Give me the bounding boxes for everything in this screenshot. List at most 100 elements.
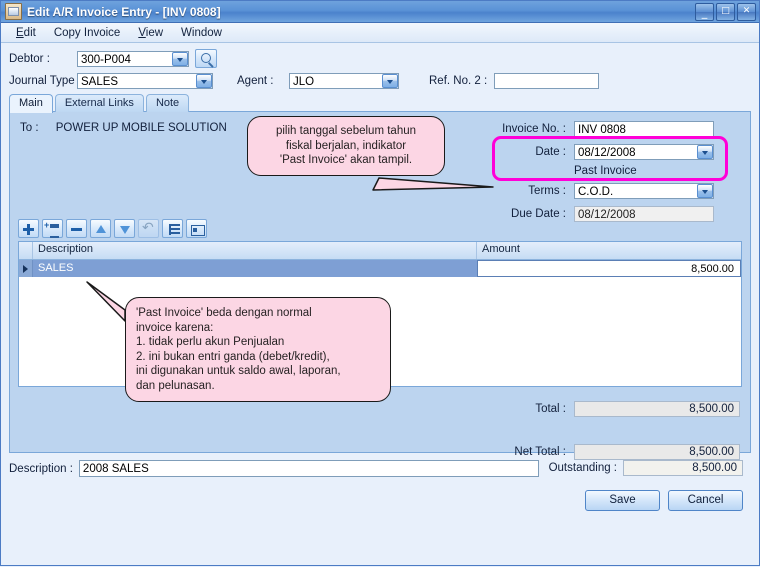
- outstanding-row: Outstanding : 8,500.00: [549, 460, 743, 476]
- window-controls: _ □ ✕: [695, 3, 756, 21]
- delete-row-icon[interactable]: [66, 219, 87, 238]
- footer-bar: Description : 2008 SALES Outstanding : 8…: [9, 460, 751, 522]
- window-title: Edit A/R Invoice Entry - [INV 0808]: [27, 4, 221, 19]
- chevron-down-icon[interactable]: [172, 51, 188, 66]
- title-bar: Edit A/R Invoice Entry - [INV 0808] _ □ …: [1, 1, 759, 23]
- terms-label: Terms :: [528, 185, 566, 197]
- maximize-button[interactable]: □: [716, 3, 735, 21]
- description-input[interactable]: 2008 SALES: [78, 460, 539, 477]
- invoice-detail-fields: Invoice No. : INV 0808 Date : 08/12/2008…: [488, 119, 740, 227]
- invoice-no-input[interactable]: INV 0808: [574, 121, 714, 137]
- save-button[interactable]: Save: [585, 490, 660, 511]
- total-label: Total :: [535, 402, 566, 415]
- menu-item-edit[interactable]: Edit: [7, 25, 45, 41]
- to-label: To :: [20, 122, 39, 134]
- chevron-down-icon[interactable]: [382, 74, 398, 88]
- agent-combo[interactable]: JLO: [289, 73, 399, 89]
- row-description-cell[interactable]: SALES: [33, 260, 477, 277]
- chevron-down-icon[interactable]: [697, 184, 713, 198]
- description-label: Description :: [9, 462, 73, 475]
- totals-section: Total : 8,500.00 Net Total : 8,500.00: [488, 400, 740, 460]
- journal-type-row: Journal Type : SALES Agent : JLO Ref. No…: [9, 73, 751, 89]
- past-invoice-indicator: Past Invoice: [574, 165, 637, 177]
- callout2-line3: 1. tidak perlu akun Penjualan: [136, 336, 285, 348]
- tab-main[interactable]: Main: [9, 94, 53, 113]
- magnifier-icon: [201, 53, 211, 63]
- journal-type-label: Journal Type :: [9, 75, 82, 87]
- journal-type-input[interactable]: SALES: [77, 73, 213, 89]
- close-icon: ✕: [742, 6, 751, 16]
- date-label: Date :: [535, 146, 566, 158]
- add-row-icon[interactable]: [18, 219, 39, 238]
- form-content: Debtor : 300-P004 Journal Type : SALES A…: [1, 43, 759, 522]
- undo-icon: [138, 219, 159, 238]
- callout-date-hint: pilih tanggal sebelum tahun fiskal berja…: [247, 116, 445, 176]
- callout1-line1: pilih tanggal sebelum tahun: [275, 125, 417, 137]
- grid-header-row: Description Amount: [19, 242, 741, 260]
- action-buttons: Save Cancel: [585, 490, 743, 511]
- date-row: Date : 08/12/2008: [488, 142, 740, 162]
- ref-no2-label: Ref. No. 2 :: [429, 75, 488, 87]
- net-total-value: 8,500.00: [574, 443, 740, 460]
- callout-past-invoice-explanation: 'Past Invoice' beda dengan normal invoic…: [125, 297, 391, 402]
- table-row[interactable]: SALES 8,500.00: [19, 260, 741, 277]
- menu-item-view-label: iew: [145, 26, 164, 39]
- row-detail-icon[interactable]: [186, 219, 207, 238]
- grid-header-indicator: [19, 242, 33, 259]
- callout2-line4: 2. ini bukan entri ganda (debet/kredit),: [136, 350, 330, 363]
- date-input[interactable]: 08/12/2008: [574, 144, 714, 160]
- chevron-down-icon[interactable]: [196, 74, 212, 88]
- terms-input[interactable]: C.O.D.: [574, 183, 714, 199]
- callout2-line1: 'Past Invoice' beda dengan normal: [136, 307, 312, 319]
- outstanding-label: Outstanding :: [548, 462, 617, 474]
- cancel-button[interactable]: Cancel: [668, 490, 743, 511]
- grid-header-description[interactable]: Description: [33, 242, 477, 259]
- invoice-document-icon: [5, 3, 22, 20]
- tab-note[interactable]: Note: [145, 94, 190, 112]
- invoice-no-label: Invoice No. :: [502, 123, 566, 135]
- close-button[interactable]: ✕: [737, 3, 756, 21]
- debtor-row: Debtor : 300-P004: [9, 49, 751, 68]
- tab-bar: Main External Links Note: [9, 94, 751, 113]
- callout2-line6: dan pelunasan.: [136, 379, 215, 392]
- indent-list-icon[interactable]: [162, 219, 183, 238]
- callout2-line5: ini digunakan untuk saldo awal, laporan,: [136, 365, 341, 377]
- tab-external-links[interactable]: External Links: [54, 94, 144, 112]
- menu-bar: Edit Copy Invoice View Window: [1, 23, 759, 43]
- callout1-line3: 'Past Invoice' akan tampil.: [279, 154, 413, 166]
- grid-toolbar: [18, 219, 207, 238]
- row-indicator-arrow-icon: [19, 260, 33, 277]
- insert-row-icon[interactable]: [42, 219, 63, 238]
- outstanding-value: 8,500.00: [623, 460, 743, 476]
- to-row: To : POWER UP MOBILE SOLUTION: [20, 122, 227, 134]
- debtor-label: Debtor :: [9, 52, 50, 65]
- row-amount-cell[interactable]: 8,500.00: [477, 260, 741, 277]
- application-window: Edit A/R Invoice Entry - [INV 0808] _ □ …: [0, 0, 760, 566]
- to-value: POWER UP MOBILE SOLUTION: [55, 122, 227, 134]
- debtor-search-button[interactable]: [195, 49, 217, 68]
- ref-no2-input[interactable]: [494, 73, 600, 89]
- debtor-combo[interactable]: 300-P004: [77, 50, 189, 67]
- menu-item-window[interactable]: Window: [172, 25, 231, 41]
- due-date-row: Due Date : 08/12/2008: [488, 204, 740, 224]
- menu-item-copy-invoice[interactable]: Copy Invoice: [45, 25, 129, 41]
- minimize-icon: _: [701, 6, 708, 19]
- calendar-chevron-down-icon[interactable]: [697, 145, 713, 159]
- move-down-icon[interactable]: [114, 219, 135, 238]
- minimize-button[interactable]: _: [695, 3, 714, 21]
- net-total-label: Net Total :: [514, 445, 566, 458]
- maximize-icon: □: [721, 6, 730, 16]
- total-value: 8,500.00: [574, 400, 740, 417]
- move-up-icon[interactable]: [90, 219, 111, 238]
- callout2-line2: invoice karena:: [136, 321, 214, 334]
- menu-item-view[interactable]: View: [129, 25, 172, 41]
- total-row: Total : 8,500.00: [488, 400, 740, 417]
- menu-item-edit-label: dit: [23, 26, 36, 39]
- due-date-value: 08/12/2008: [574, 206, 714, 222]
- terms-row: Terms : C.O.D.: [488, 181, 740, 201]
- terms-combo[interactable]: C.O.D.: [574, 183, 714, 199]
- callout1-line2: fiskal berjalan, indikator: [285, 139, 407, 152]
- journal-type-combo[interactable]: SALES: [77, 73, 213, 89]
- grid-header-amount[interactable]: Amount: [477, 242, 741, 259]
- date-combo[interactable]: 08/12/2008: [574, 144, 714, 160]
